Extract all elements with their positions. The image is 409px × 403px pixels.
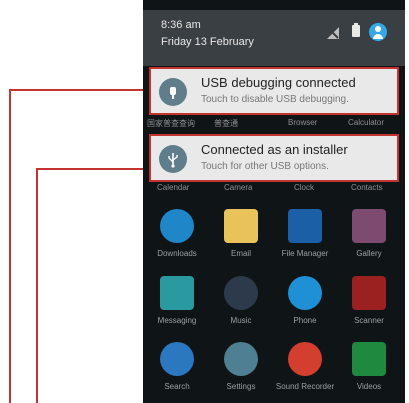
callout-line-1-vertical	[9, 89, 11, 403]
music-icon	[224, 276, 258, 310]
app-label: Search	[164, 382, 190, 391]
app-videos[interactable]: Videos	[337, 342, 401, 402]
app-label: Settings	[226, 382, 256, 391]
mic-icon	[288, 342, 322, 376]
app-search[interactable]: Search	[145, 342, 209, 402]
app-label: Music	[230, 316, 252, 325]
app-label: 普查通	[214, 119, 238, 128]
app-label: Email	[230, 249, 251, 258]
callout-line-2-vertical	[36, 168, 38, 403]
notification-text: Touch to disable USB debugging.	[201, 94, 349, 105]
app-downloads[interactable]: Downloads	[145, 209, 209, 269]
app-label: Sound Recorder	[275, 382, 335, 391]
clock-date: Friday 13 February	[161, 36, 254, 48]
app-scanner[interactable]: Scanner	[337, 276, 401, 336]
message-icon	[160, 276, 194, 310]
app-label: Contacts	[351, 183, 383, 192]
app-file-manager[interactable]: File Manager	[273, 209, 337, 269]
notification-title: Connected as an installer	[201, 142, 348, 157]
notification-shade-header: 8:36 am Friday 13 February	[143, 10, 405, 66]
app-label: Videos	[356, 382, 382, 391]
app-label: Camera	[224, 183, 253, 192]
app-settings[interactable]: Settings	[209, 342, 273, 402]
callout-line-1-horizontal	[9, 89, 152, 91]
notification-title: USB debugging connected	[201, 75, 356, 90]
app-label: Downloads	[157, 249, 197, 258]
gallery-icon	[352, 209, 386, 243]
app-label: Calculator	[348, 118, 385, 127]
app-label: File Manager	[281, 249, 329, 258]
phone-icon	[288, 276, 322, 310]
email-icon	[224, 209, 258, 243]
account-icon[interactable]	[369, 23, 387, 41]
app-label: 国家普查查询	[147, 119, 195, 128]
app-label: Scanner	[354, 316, 384, 325]
app-label: Browser	[288, 118, 318, 127]
no-signal-icon	[327, 27, 339, 39]
app-sound-recorder[interactable]: Sound Recorder	[273, 342, 337, 402]
app-email[interactable]: Email	[209, 209, 273, 269]
callout-line-2-horizontal	[36, 168, 152, 170]
notification-text: Touch for other USB options.	[201, 161, 329, 172]
clock-time: 8:36 am	[161, 19, 201, 31]
app-label: Phone	[293, 316, 317, 325]
barcode-icon	[352, 276, 386, 310]
battery-icon	[352, 23, 360, 37]
app-messaging[interactable]: Messaging	[145, 276, 209, 336]
usb-icon	[159, 145, 187, 173]
app-phone[interactable]: Phone	[273, 276, 337, 336]
phone-screen: 8:36 am Friday 13 February USB debugging…	[143, 0, 405, 403]
app-label: Messaging	[157, 316, 197, 325]
notification-usb-debugging[interactable]: USB debugging connected Touch to disable…	[149, 67, 399, 115]
usb-debug-icon	[159, 78, 187, 106]
folder-icon	[288, 209, 322, 243]
search-icon	[160, 342, 194, 376]
app-label: Calendar	[157, 183, 190, 192]
video-icon	[352, 342, 386, 376]
gear-icon	[224, 342, 258, 376]
app-label: Gallery	[356, 249, 382, 258]
app-gallery[interactable]: Gallery	[337, 209, 401, 269]
app-music[interactable]: Music	[209, 276, 273, 336]
download-icon	[160, 209, 194, 243]
notification-usb-installer[interactable]: Connected as an installer Touch for othe…	[149, 134, 399, 182]
app-label: Clock	[294, 183, 315, 192]
